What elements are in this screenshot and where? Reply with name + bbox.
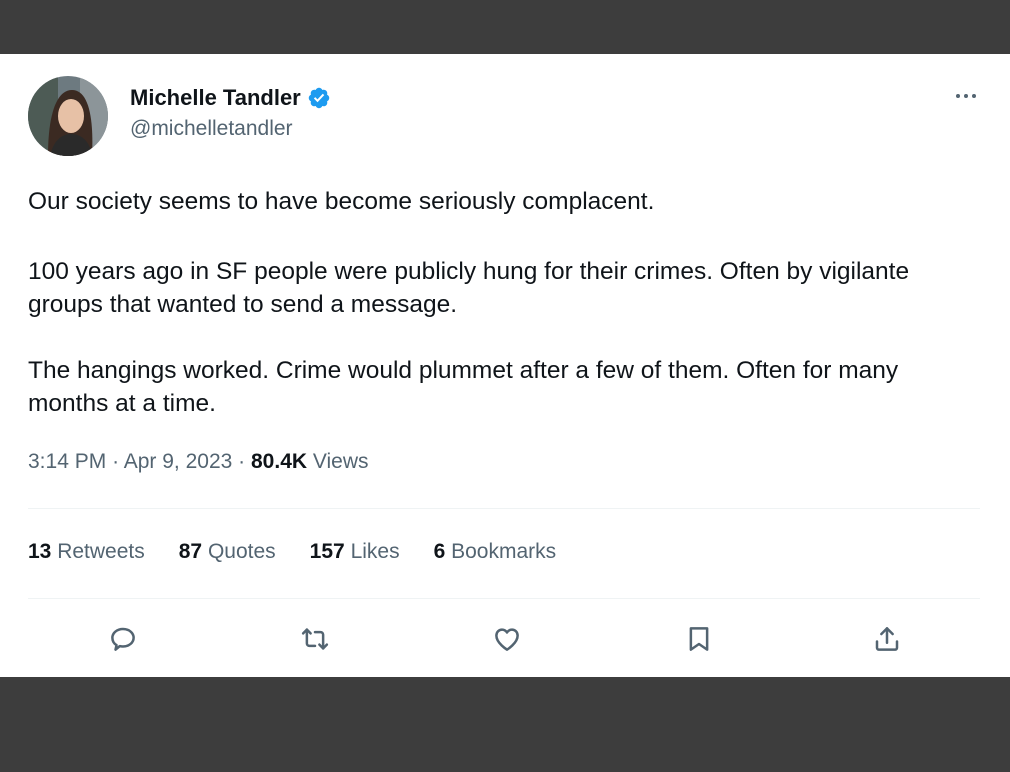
reply-icon: [111, 627, 135, 651]
like-icon: [495, 628, 519, 651]
dot: [956, 94, 960, 98]
author-row: Michelle Tandler: [130, 84, 331, 112]
share-icon: [875, 627, 899, 651]
bookmarks-stat[interactable]: 6 Bookmarks: [434, 540, 557, 564]
views-count: 80.4K: [251, 450, 308, 473]
retweet-icon: [301, 628, 329, 650]
tweet-time[interactable]: 3:14 PM: [28, 450, 106, 473]
views-label: Views: [312, 450, 369, 473]
separator: ·: [238, 450, 251, 473]
separator: ·: [112, 450, 124, 473]
likes-stat[interactable]: 157 Likes: [310, 540, 400, 564]
retweets-stat[interactable]: 13 Retweets: [28, 540, 145, 564]
bookmarks-count: 6: [433, 540, 446, 563]
tweet-paragraph-2: 100 years ago in SF people were publicly…: [28, 258, 910, 318]
verified-badge-icon: [308, 87, 329, 109]
tweet-metadata: 3:14 PM · Apr 9, 2023 · 80.4K Views: [28, 450, 369, 474]
bookmark-icon: [689, 627, 709, 651]
bookmark-button[interactable]: [682, 622, 716, 656]
bookmarks-label: Bookmarks: [451, 540, 557, 563]
dot: [964, 94, 968, 98]
divider: [28, 508, 980, 509]
retweet-button[interactable]: [298, 622, 332, 656]
tweet-paragraph-3: The hangings worked. Crime would plummet…: [28, 357, 899, 417]
reply-button[interactable]: [106, 622, 140, 656]
dot: [972, 94, 976, 98]
quotes-count: 87: [178, 540, 203, 563]
likes-label: Likes: [350, 540, 400, 563]
tweet-paragraph-1: Our society seems to have become serious…: [28, 188, 655, 215]
retweets-count: 13: [28, 540, 52, 563]
retweets-label: Retweets: [57, 540, 145, 563]
likes-count: 157: [309, 540, 345, 563]
author-name[interactable]: Michelle Tandler: [130, 85, 301, 111]
quotes-stat[interactable]: 87 Quotes: [179, 540, 276, 564]
quotes-label: Quotes: [207, 540, 276, 563]
tweet-date[interactable]: Apr 9, 2023: [124, 450, 233, 473]
avatar[interactable]: [28, 76, 108, 156]
engagement-stats: 13 Retweets 87 Quotes 157 Likes 6 Bookma…: [28, 540, 590, 564]
share-button[interactable]: [870, 622, 904, 656]
divider: [28, 598, 980, 599]
like-button[interactable]: [490, 622, 524, 656]
author-handle[interactable]: @michelletandler: [130, 117, 293, 141]
more-options-icon[interactable]: [948, 84, 984, 108]
